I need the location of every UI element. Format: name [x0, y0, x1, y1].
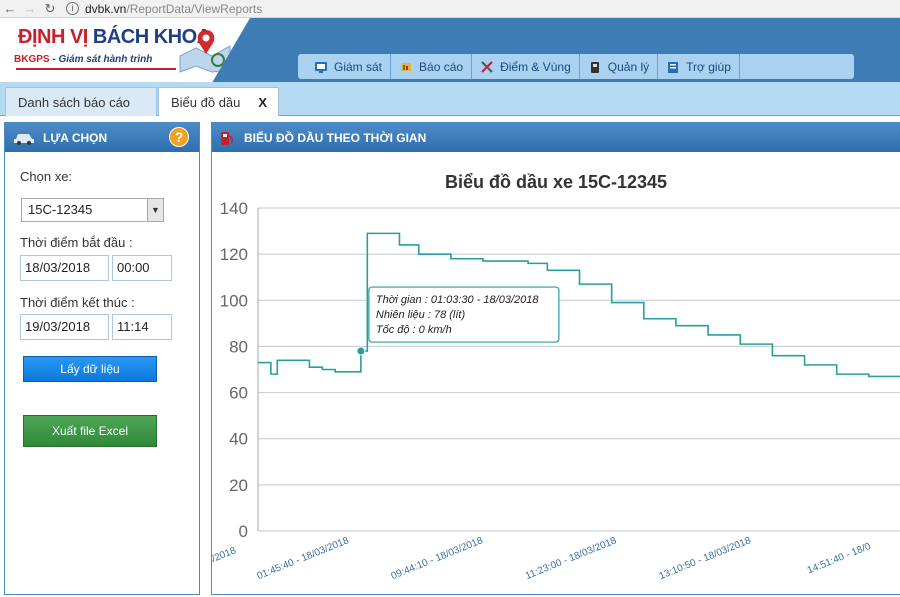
end-time-field[interactable]: 11:14: [112, 314, 172, 340]
y-tick-label: 0: [239, 522, 248, 541]
logo-area[interactable]: ĐỊNH VỊ BÁCH KHOA BKGPS - Giám sát hành …: [0, 18, 250, 82]
fuel-series-line: [258, 232, 900, 378]
start-time-label: Thời điểm bắt đầu :: [20, 235, 133, 250]
y-tick-label: 80: [229, 337, 248, 356]
url-field[interactable]: dvbk.vn/ReportData/ViewReports: [85, 2, 262, 16]
main-menu: Giám sát Báo cáo Điểm & Vùng Quản lý Trợ…: [298, 54, 854, 79]
menu-item-quan-ly[interactable]: Quản lý: [580, 54, 659, 79]
monitor-icon: [315, 61, 327, 73]
report-icon: [401, 62, 412, 71]
brand-underline: [16, 68, 176, 70]
end-time-label: Thời điểm kết thúc :: [20, 295, 135, 310]
x-tick-label: 01:45:40 - 18/03/2018: [256, 535, 351, 582]
vehicle-label: Chọn xe:: [20, 169, 73, 184]
fetch-data-button[interactable]: Lấy dữ liệu: [23, 356, 157, 382]
y-tick-label: 120: [220, 245, 248, 264]
y-tick-label: 140: [220, 199, 248, 218]
y-tick-label: 100: [220, 291, 248, 310]
info-icon[interactable]: i: [66, 2, 79, 15]
tools-icon: [481, 60, 493, 73]
menu-item-giam-sat[interactable]: Giám sát: [306, 54, 392, 79]
menu-item-diem-vung[interactable]: Điểm & Vùng: [472, 54, 580, 79]
map-pin-logo-icon: [179, 30, 231, 73]
fuel-line-chart[interactable]: Biểu đồ dầu xe 15C-12345 0 20 40 60 80 100 120 1…: [212, 152, 900, 595]
tooltip-text: Nhiên liệu : 78 (lít): [376, 309, 466, 321]
highlighted-data-point: [356, 346, 366, 356]
x-tick-label: 13:10:50 - 18/03/2018: [658, 535, 753, 582]
chevron-down-icon[interactable]: ▼: [147, 199, 163, 221]
x-tick-label: 14:51:40 - 18/0: [806, 541, 873, 577]
tab-bieu-do-dau[interactable]: Biểu đồ dầu X: [158, 87, 279, 116]
help-icon[interactable]: ?: [169, 127, 189, 147]
tooltip-text: Thời gian : 01:03:30 - 18/03/2018: [376, 294, 539, 306]
start-date-field[interactable]: 18/03/2018: [20, 255, 109, 281]
x-tick-label: 11:23:00 - 18/03/2018: [524, 535, 619, 582]
vehicle-select[interactable]: 15C-12345 ▼: [21, 198, 164, 222]
back-arrow-icon[interactable]: ←: [0, 1, 20, 16]
brand-subtitle: BKGPS - Giám sát hành trình: [14, 54, 153, 65]
start-time-field[interactable]: 00:00: [112, 255, 172, 281]
tab-danh-sach-bao-cao[interactable]: Danh sách báo cáo: [5, 87, 157, 116]
fuel-chart-panel: BIỂU ĐỒ DẦU THEO THỜI GIAN Biểu đồ dầu x…: [211, 122, 900, 595]
fuel-chart-header: BIỂU ĐỒ DẦU THEO THỜI GIAN: [212, 123, 900, 152]
y-tick-label: 20: [229, 476, 248, 495]
manage-icon: [590, 61, 599, 73]
car-icon: [14, 133, 34, 145]
tab-strip: Danh sách báo cáo Biểu đồ dầu X: [0, 82, 900, 116]
fuel-pump-icon: [221, 131, 233, 145]
reload-icon[interactable]: ↻: [40, 1, 60, 17]
chart-title: Biểu đồ dầu xe 15C-12345: [445, 172, 667, 192]
app-header: ĐỊNH VỊ BÁCH KHOA BKGPS - Giám sát hành …: [0, 18, 900, 82]
export-excel-button[interactable]: Xuất file Excel: [23, 415, 157, 447]
help-book-icon: [668, 61, 679, 73]
menu-item-tro-giup[interactable]: Trợ giúp: [658, 54, 740, 79]
tab-close-icon[interactable]: X: [258, 95, 267, 110]
forward-arrow-icon[interactable]: →: [20, 1, 40, 16]
selection-panel: LỰA CHỌN ? Chọn xe: 15C-12345 ▼ Thời điể…: [4, 122, 200, 595]
menu-item-bao-cao[interactable]: Báo cáo: [391, 54, 473, 79]
x-tick-label: 8/03/2018: [212, 545, 238, 572]
end-date-field[interactable]: 19/03/2018: [20, 314, 109, 340]
tooltip-text: Tốc độ : 0 km/h: [376, 324, 452, 336]
browser-address-bar: ← → ↻ i dvbk.vn/ReportData/ViewReports: [0, 0, 900, 18]
y-tick-label: 60: [229, 384, 248, 403]
y-tick-label: 40: [229, 430, 248, 449]
x-tick-label: 09:44:10 - 18/03/2018: [390, 535, 485, 582]
selection-panel-header: LỰA CHỌN ?: [5, 123, 199, 152]
